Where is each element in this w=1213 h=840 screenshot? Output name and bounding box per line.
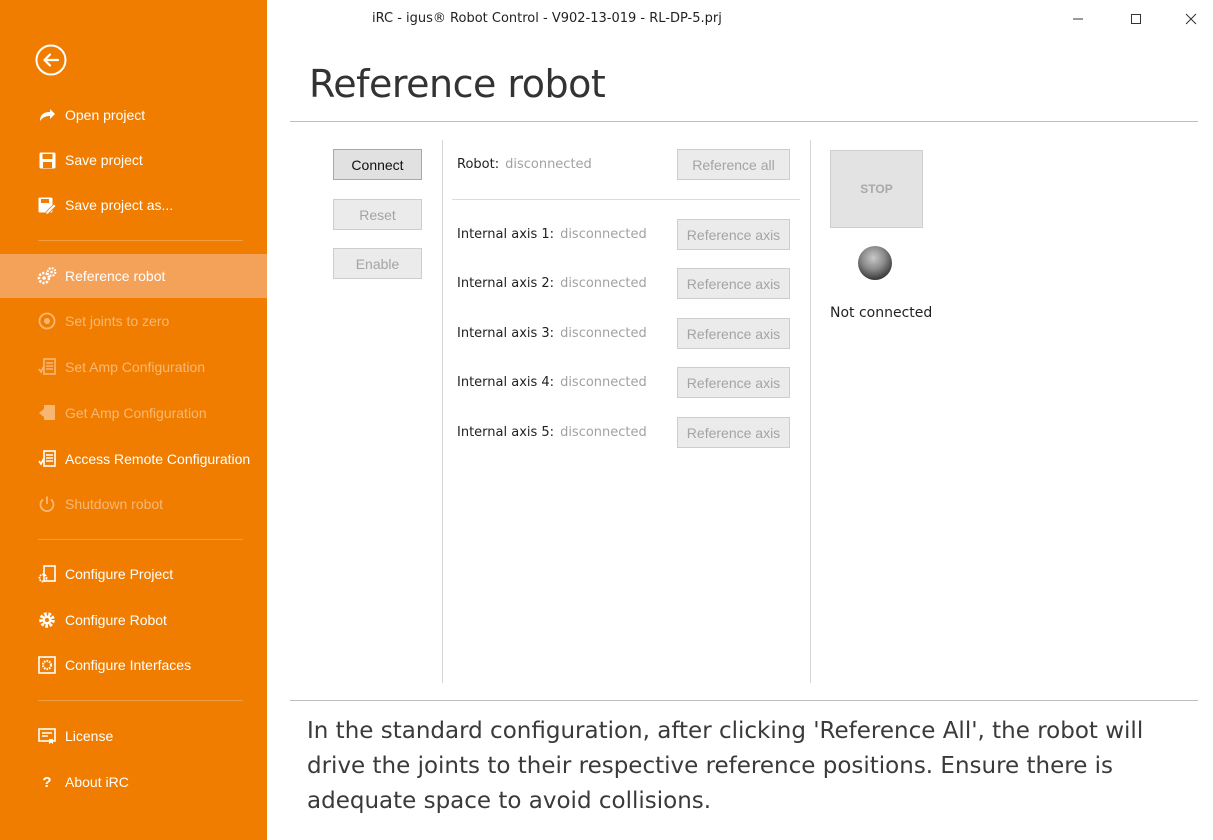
robot-label: Robot:	[457, 157, 500, 172]
interfaces-icon	[37, 655, 57, 675]
robot-divider	[452, 199, 800, 200]
status-led-icon	[858, 246, 892, 280]
enable-button[interactable]: Enable	[333, 248, 422, 279]
sidebar-item-label: Save project	[65, 152, 143, 168]
sidebar-item-label: Set Amp Configuration	[65, 359, 206, 375]
close-button[interactable]	[1181, 9, 1201, 29]
save-icon	[37, 150, 57, 170]
configure-project-icon	[37, 564, 57, 584]
axis-label: Internal axis 1:	[457, 227, 555, 242]
sidebar-item-configure-robot[interactable]: Configure Robot	[0, 598, 267, 642]
amp-config-get-icon	[37, 403, 57, 423]
sidebar-item-about-irc[interactable]: ? About iRC	[0, 760, 267, 804]
sidebar-item-label: Access Remote Configuration	[65, 451, 251, 467]
sidebar-item-reference-robot[interactable]: Reference robot	[0, 254, 267, 298]
reference-axis-4-button[interactable]: Reference axis	[677, 367, 790, 398]
maximize-icon	[1131, 14, 1141, 24]
reference-axis-5-button[interactable]: Reference axis	[677, 417, 790, 448]
question-icon: ?	[42, 773, 52, 791]
window-title: iRC - igus® Robot Control - V902-13-019 …	[372, 11, 722, 26]
sidebar-separator	[38, 539, 243, 540]
back-button[interactable]	[35, 44, 67, 76]
power-icon	[37, 494, 57, 514]
axis-row-3: Internal axis 3: disconnected	[457, 326, 647, 341]
sidebar-item-license[interactable]: License	[0, 714, 267, 758]
sidebar-item-save-project[interactable]: Save project	[0, 138, 267, 182]
axis-status-value: disconnected	[560, 276, 647, 291]
sidebar: Open project Save project Save project a…	[0, 0, 267, 840]
license-icon	[37, 726, 57, 746]
info-divider	[290, 700, 1198, 701]
sidebar-item-label: Get Amp Configuration	[65, 405, 207, 421]
axis-status-value: disconnected	[560, 375, 647, 390]
sidebar-item-label: Configure Robot	[65, 612, 167, 628]
minimize-button[interactable]	[1068, 9, 1088, 29]
robot-status-value: disconnected	[505, 157, 592, 172]
sidebar-item-label: Shutdown robot	[65, 496, 164, 512]
remote-config-icon	[37, 449, 57, 469]
axis-status-value: disconnected	[560, 326, 647, 341]
column-divider	[442, 140, 443, 683]
sidebar-item-set-amp-configuration[interactable]: Set Amp Configuration	[0, 345, 267, 389]
axis-row-4: Internal axis 4: disconnected	[457, 375, 647, 390]
axis-row-2: Internal axis 2: disconnected	[457, 276, 647, 291]
sidebar-item-label: Reference robot	[65, 268, 166, 284]
sidebar-item-get-amp-configuration[interactable]: Get Amp Configuration	[0, 391, 267, 435]
zero-icon	[37, 311, 57, 331]
gears-icon	[37, 266, 57, 286]
sidebar-item-label: Configure Interfaces	[65, 657, 192, 673]
close-icon	[1185, 13, 1197, 25]
axis-label: Internal axis 3:	[457, 326, 555, 341]
sidebar-item-label: Save project as...	[65, 197, 174, 213]
axis-row-1: Internal axis 1: disconnected	[457, 227, 647, 242]
sidebar-item-open-project[interactable]: Open project	[0, 93, 267, 137]
sidebar-separator	[38, 700, 243, 701]
sidebar-item-label: Configure Project	[65, 566, 174, 582]
reset-button[interactable]: Reset	[333, 199, 422, 230]
connection-status: Not connected	[830, 305, 933, 321]
minimize-icon	[1073, 18, 1083, 20]
reference-axis-3-button[interactable]: Reference axis	[677, 318, 790, 349]
sidebar-item-set-joints-to-zero[interactable]: Set joints to zero	[0, 299, 267, 343]
sidebar-item-label: About iRC	[65, 774, 129, 790]
amp-config-set-icon	[37, 357, 57, 377]
sidebar-item-configure-project[interactable]: Configure Project	[0, 552, 267, 596]
axis-label: Internal axis 2:	[457, 276, 555, 291]
reference-axis-2-button[interactable]: Reference axis	[677, 268, 790, 299]
gear-icon	[37, 610, 57, 630]
axis-label: Internal axis 4:	[457, 375, 555, 390]
robot-status-row: Robot: disconnected	[457, 157, 592, 172]
maximize-button[interactable]	[1126, 9, 1146, 29]
back-arrow-circle-icon	[35, 44, 67, 76]
sidebar-item-shutdown-robot[interactable]: Shutdown robot	[0, 482, 267, 526]
axis-status-value: disconnected	[560, 425, 647, 440]
reference-all-button[interactable]: Reference all	[677, 149, 790, 180]
sidebar-item-access-remote-configuration[interactable]: Access Remote Configuration	[0, 437, 267, 481]
axis-status-value: disconnected	[560, 227, 647, 242]
title-divider	[290, 121, 1198, 122]
sidebar-item-configure-interfaces[interactable]: Configure Interfaces	[0, 643, 267, 687]
sidebar-item-label: License	[65, 728, 114, 744]
page-title: Reference robot	[309, 62, 606, 106]
save-as-icon	[37, 195, 57, 215]
stop-button[interactable]: STOP	[830, 150, 923, 228]
axis-row-5: Internal axis 5: disconnected	[457, 425, 647, 440]
reference-axis-1-button[interactable]: Reference axis	[677, 219, 790, 250]
connect-button[interactable]: Connect	[333, 149, 422, 180]
open-arrow-icon	[37, 105, 57, 125]
sidebar-item-label: Set joints to zero	[65, 313, 170, 329]
sidebar-item-label: Open project	[65, 107, 146, 123]
axis-label: Internal axis 5:	[457, 425, 555, 440]
info-text: In the standard configuration, after cli…	[307, 718, 1144, 814]
sidebar-item-save-project-as[interactable]: Save project as...	[0, 183, 267, 227]
sidebar-separator	[38, 240, 243, 241]
column-divider	[810, 140, 811, 683]
